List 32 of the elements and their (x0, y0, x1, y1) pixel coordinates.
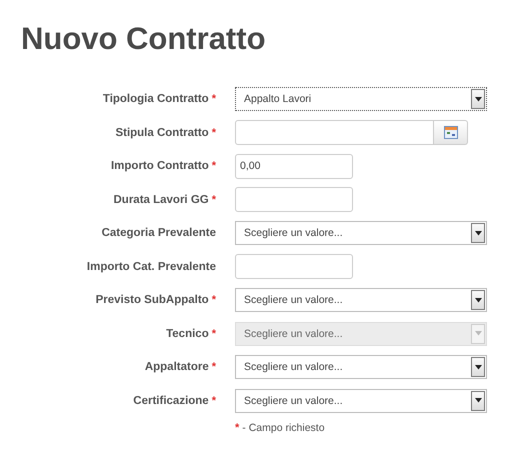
required-mark: * (212, 394, 216, 406)
required-mark: * (212, 361, 216, 373)
field-label: Durata Lavori GG (114, 194, 209, 206)
field-label: Categoria Prevalente (102, 227, 216, 239)
field-label: Tecnico (166, 328, 209, 340)
date-field[interactable] (235, 120, 434, 145)
field-label: Previsto SubAppalto (96, 294, 209, 306)
field-label: Stipula Contratto (115, 126, 209, 138)
field-label: Importo Cat. Prevalente (86, 260, 216, 272)
required-mark: * (212, 194, 216, 206)
required-mark: * (212, 93, 216, 105)
field-label: Appaltatore (144, 361, 209, 373)
required-mark: * (212, 160, 216, 172)
text-field[interactable] (235, 187, 353, 212)
field-label: Importo Contratto (110, 160, 209, 172)
dropdown[interactable]: Appalto Lavori (235, 87, 487, 111)
required-mark: * (212, 328, 216, 340)
calendar-button[interactable] (434, 120, 468, 145)
field-label: Tipologia Contratto (102, 93, 209, 105)
required-mark: * (212, 294, 216, 306)
text-field[interactable]: 0,00 (235, 154, 353, 178)
dropdown[interactable]: Scegliere un valore... (235, 388, 487, 412)
dropdown[interactable]: Scegliere un valore... (235, 221, 487, 245)
dropdown[interactable]: Scegliere un valore... (235, 355, 487, 379)
field-label: Certificazione (133, 394, 209, 406)
required-note: - Campo richiesto (242, 422, 325, 434)
required-mark: * (235, 422, 240, 434)
calendar-icon (444, 126, 458, 139)
page-title: Nuovo Contratto (21, 20, 267, 58)
text-field[interactable] (235, 254, 353, 279)
required-mark: * (212, 126, 216, 138)
dropdown[interactable]: Scegliere un valore... (235, 288, 487, 312)
